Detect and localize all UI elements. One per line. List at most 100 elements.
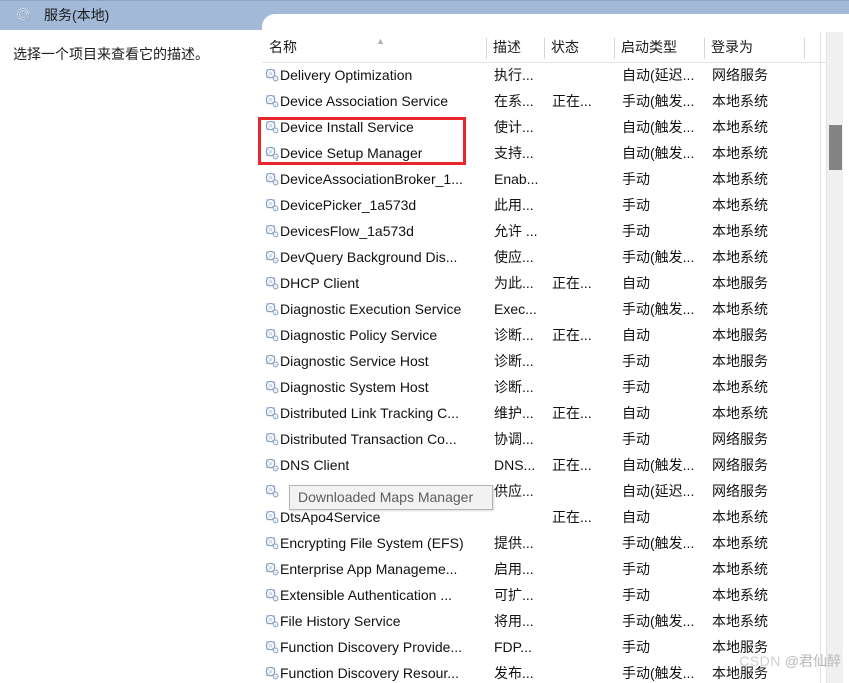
cell-service-name: Device Association Service xyxy=(280,93,449,109)
cell-log-on-as: 本地系统 xyxy=(712,223,768,239)
cell-service-name: Distributed Link Tracking C... xyxy=(280,405,459,421)
table-row[interactable]: Device Install Service 使计... 自动(触发... 本地系统 xyxy=(262,115,830,141)
cell-log-on-as: 网络服务 xyxy=(712,67,768,83)
cell-service-name: Diagnostic Policy Service xyxy=(280,327,438,343)
cell-log-on-as: 本地服务 xyxy=(712,353,768,369)
cell-startup-type: 自动(延迟... xyxy=(622,67,695,83)
table-row[interactable]: Distributed Transaction Co... 协调... 手动 网络服务 xyxy=(262,427,830,453)
table-row[interactable]: Extensible Authentication ... 可扩... 手动 本地系统 xyxy=(262,583,830,609)
cell-startup-type: 手动(触发... xyxy=(622,665,695,681)
table-row[interactable]: DNS Client DNS... 正在... 自动(触发... 网络服务 xyxy=(262,453,830,479)
cell-startup-type: 自动(触发... xyxy=(622,457,695,473)
table-row[interactable]: Enterprise App Manageme... 启用... 手动 本地系统 xyxy=(262,557,830,583)
cell-service-name: Extensible Authentication ... xyxy=(280,587,452,603)
cell-startup-type: 自动(延迟... xyxy=(622,483,695,499)
table-row[interactable]: Function Discovery Provide... FDP... 手动 本地服… xyxy=(262,635,830,661)
cell-status: 正在... xyxy=(552,275,592,291)
cell-service-name: DeviceAssociationBroker_1... xyxy=(280,171,463,187)
cell-description: 诊断... xyxy=(494,353,534,369)
service-gear-icon xyxy=(265,640,279,654)
column-header-description[interactable]: 描述 xyxy=(486,34,552,62)
scrollbar-thumb[interactable] xyxy=(829,125,842,170)
cell-log-on-as: 本地系统 xyxy=(712,145,768,161)
cell-description: 诊断... xyxy=(494,327,534,343)
cell-log-on-as: 本地服务 xyxy=(712,665,768,681)
row-hover-tooltip: Downloaded Maps Manager xyxy=(289,485,493,510)
cell-description: 启用... xyxy=(494,561,534,577)
cell-log-on-as: 本地服务 xyxy=(712,639,768,655)
table-row[interactable]: DeviceAssociationBroker_1... Enab... 手动 本地系… xyxy=(262,167,830,193)
table-row[interactable]: Delivery Optimization 执行... 自动(延迟... 网络服务 xyxy=(262,63,830,89)
cell-description: Exec... xyxy=(494,301,537,317)
cell-log-on-as: 本地系统 xyxy=(712,93,768,109)
column-header-startup-type[interactable]: 启动类型 xyxy=(614,34,704,62)
cell-service-name: Function Discovery Resour... xyxy=(280,665,459,681)
services-gear-icon xyxy=(16,7,33,24)
table-row[interactable]: Diagnostic Policy Service 诊断... 正在... 自动 本地服… xyxy=(262,323,830,349)
cell-description: 允许 ... xyxy=(494,223,538,239)
header-separator[interactable] xyxy=(804,38,805,59)
title-bar xyxy=(0,0,849,30)
cell-log-on-as: 本地系统 xyxy=(712,535,768,551)
services-console-window: 服务(本地) 选择一个项目来查看它的描述。 名称 ▲ 描述 状态 启动类型 登录… xyxy=(0,0,849,683)
cell-service-name: Distributed Transaction Co... xyxy=(280,431,457,447)
service-gear-icon xyxy=(265,666,279,680)
cell-service-name: Enterprise App Manageme... xyxy=(280,561,458,577)
table-row[interactable]: DevQuery Background Dis... 使应... 手动(触发... 本… xyxy=(262,245,830,271)
cell-log-on-as: 本地系统 xyxy=(712,249,768,265)
table-row[interactable]: DevicesFlow_1a573d 允许 ... 手动 本地系统 xyxy=(262,219,830,245)
table-row[interactable]: Distributed Link Tracking C... 维护... 正在...… xyxy=(262,401,830,427)
cell-service-name: DevQuery Background Dis... xyxy=(280,249,458,265)
table-row[interactable]: Encrypting File System (EFS) 提供... 手动(触发..… xyxy=(262,531,830,557)
service-gear-icon xyxy=(265,250,279,264)
table-row[interactable]: Device Setup Manager 支持... 自动(触发... 本地系统 xyxy=(262,141,830,167)
service-gear-icon xyxy=(265,562,279,576)
cell-description: 诊断... xyxy=(494,379,534,395)
cell-startup-type: 手动 xyxy=(622,639,650,655)
cell-service-name: File History Service xyxy=(280,613,401,629)
cell-startup-type: 自动(触发... xyxy=(622,145,695,161)
cell-description: 执行... xyxy=(494,67,534,83)
service-gear-icon xyxy=(265,536,279,550)
cell-startup-type: 自动(触发... xyxy=(622,119,695,135)
cell-description: 发布... xyxy=(494,665,534,681)
cell-log-on-as: 本地系统 xyxy=(712,613,768,629)
cell-startup-type: 自动 xyxy=(622,509,650,525)
cell-service-name: Diagnostic System Host xyxy=(280,379,429,395)
table-row[interactable]: Diagnostic System Host 诊断... 手动 本地系统 xyxy=(262,375,830,401)
cell-service-name: Encrypting File System (EFS) xyxy=(280,535,464,551)
cell-startup-type: 手动(触发... xyxy=(622,301,695,317)
sort-ascending-icon: ▲ xyxy=(376,36,385,46)
cell-log-on-as: 网络服务 xyxy=(712,457,768,473)
cell-startup-type: 自动 xyxy=(622,327,650,343)
services-list-rows[interactable]: Delivery Optimization 执行... 自动(延迟... 网络服务 De… xyxy=(262,63,830,683)
service-gear-icon xyxy=(265,94,279,108)
pane-tab-cutout xyxy=(262,14,849,30)
cell-description: 提供... xyxy=(494,535,534,551)
service-gear-icon xyxy=(265,328,279,342)
vertical-scrollbar[interactable] xyxy=(826,32,843,683)
table-row[interactable]: Diagnostic Execution Service Exec... 手动(触发… xyxy=(262,297,830,323)
cell-startup-type: 手动 xyxy=(622,171,650,187)
column-header-status[interactable]: 状态 xyxy=(544,34,614,62)
table-row[interactable]: Device Association Service 在系... 正在... 手动(触… xyxy=(262,89,830,115)
cell-service-name: Function Discovery Provide... xyxy=(280,639,463,655)
table-row[interactable]: Function Discovery Resour... 发布... 手动(触发..… xyxy=(262,661,830,683)
cell-description: 使应... xyxy=(494,249,534,265)
service-gear-icon xyxy=(265,614,279,628)
cell-service-name: Device Setup Manager xyxy=(280,145,423,161)
cell-log-on-as: 本地系统 xyxy=(712,301,768,317)
service-gear-icon xyxy=(265,354,279,368)
table-row[interactable]: Diagnostic Service Host 诊断... 手动 本地服务 xyxy=(262,349,830,375)
table-row[interactable]: DevicePicker_1a573d 此用... 手动 本地系统 xyxy=(262,193,830,219)
cell-log-on-as: 本地系统 xyxy=(712,587,768,603)
window-title: 服务(本地) xyxy=(44,7,110,23)
cell-service-name: Delivery Optimization xyxy=(280,67,413,83)
column-header-log-on-as[interactable]: 登录为 xyxy=(704,34,804,62)
table-row[interactable]: DHCP Client 为此... 正在... 自动 本地服务 xyxy=(262,271,830,297)
title-bar-top-border xyxy=(0,0,849,1)
cell-service-name: Device Install Service xyxy=(280,119,414,135)
cell-description: 供应... xyxy=(494,483,534,499)
cell-log-on-as: 网络服务 xyxy=(712,431,768,447)
table-row[interactable]: File History Service 将用... 手动(触发... 本地系统 xyxy=(262,609,830,635)
